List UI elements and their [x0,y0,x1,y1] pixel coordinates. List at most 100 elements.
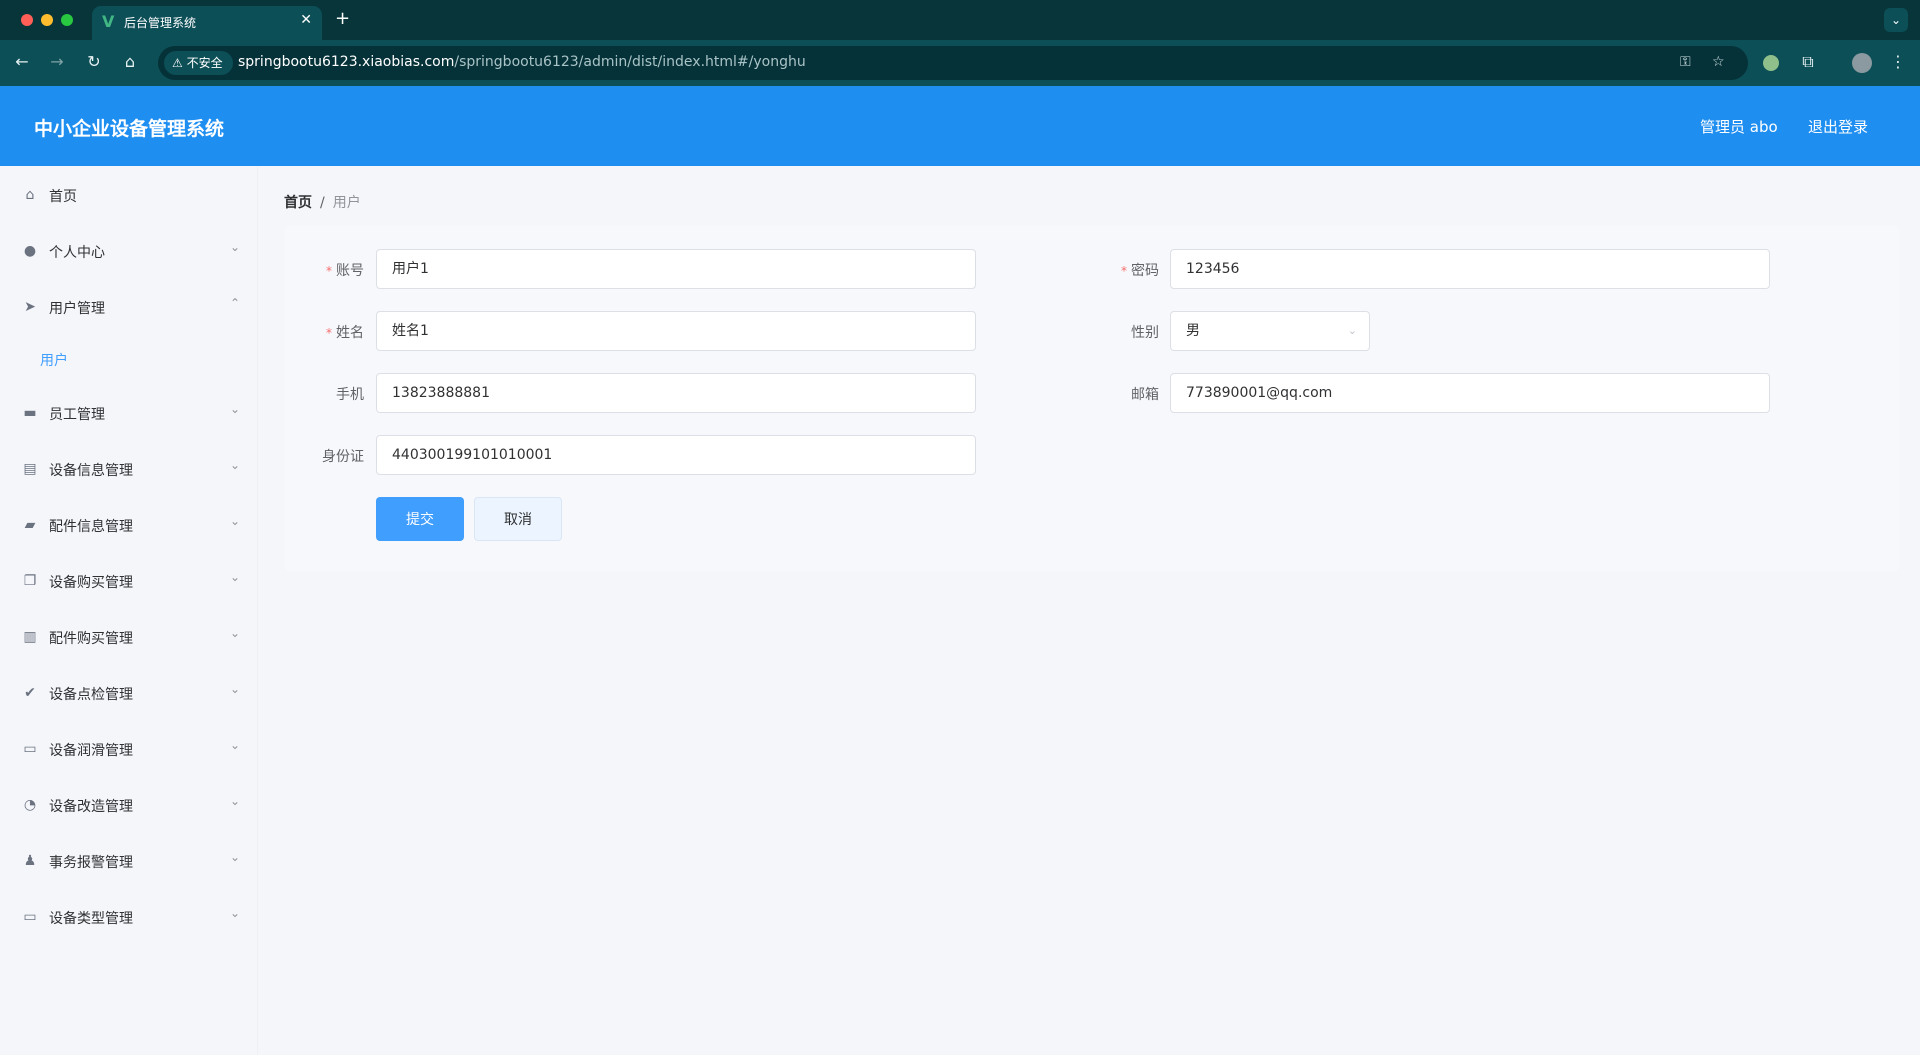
sidebar-item-label: 设备润滑管理 [49,743,133,759]
account-input[interactable]: 用户1 [376,249,976,289]
puzzle-extensions-icon[interactable]: ⧉ [1797,52,1819,72]
breadcrumb-separator: / [320,195,325,211]
url-path: /springbootu6123/admin/dist/index.html#/… [454,54,806,70]
sidebar-item-label: 设备购买管理 [49,575,133,591]
sidebar-menu: ⌂ 首页 ● 个人中心 ⌄ ➤ 用户管理 ⌃ 用户 ▬ 员工管理 ⌄ ▤ 设备信… [0,166,258,1055]
password-label-text: 密码 [1131,263,1159,279]
name-input[interactable]: 姓名1 [376,311,976,351]
sidebar-subitem-label: 用户 [40,353,68,369]
minimize-window-button[interactable] [41,14,53,26]
browser-menu-icon[interactable]: ⋮ [1887,52,1909,71]
sidebar-item-label: 事务报警管理 [49,855,133,871]
close-window-button[interactable] [21,14,33,26]
user-icon: ● [23,243,37,259]
sidebar-item-device-retrofit[interactable]: ◔ 设备改造管理 ⌄ [0,785,258,825]
maximize-window-button[interactable] [61,14,73,26]
required-mark: * [1121,264,1127,278]
sidebar-item-label: 设备改造管理 [49,799,133,815]
sidebar-item-alarm-management[interactable]: ♟ 事务报警管理 ⌄ [0,841,258,881]
sidebar-item-label: 设备信息管理 [49,463,133,479]
sidebar-item-device-inspection[interactable]: ✔ 设备点检管理 ⌄ [0,673,258,713]
tab-close-icon[interactable]: ✕ [300,12,312,28]
bookmark-star-icon[interactable]: ☆ [1712,54,1725,70]
sidebar-item-user-management[interactable]: ➤ 用户管理 ⌃ [0,287,258,327]
security-warning-badge[interactable]: ⚠ 不安全 [164,51,233,75]
back-arrow-icon[interactable]: ← [11,52,33,71]
email-input[interactable]: 773890001@qq.com [1170,373,1770,413]
check-clipboard-icon: ✔ [24,685,36,701]
cancel-button[interactable]: 取消 [474,497,562,541]
app-title: 中小企业设备管理系统 [34,118,225,140]
sidebar-item-personal-center[interactable]: ● 个人中心 ⌄ [0,231,258,271]
chevron-up-icon: ⌃ [230,296,241,310]
home-icon: ⌂ [25,187,35,203]
account-label: * 账号 [300,260,364,280]
sidebar-item-device-info[interactable]: ▤ 设备信息管理 ⌄ [0,449,258,489]
phone-label: 手机 [336,387,364,403]
current-user-label: 管理员 abo [1700,118,1778,136]
new-tab-button[interactable]: + [335,8,350,29]
sidebar-item-label: 设备点检管理 [49,687,133,703]
home-browser-icon[interactable]: ⌂ [119,52,141,71]
extension-circle-icon[interactable] [1763,55,1779,71]
sidebar-item-device-lubrication[interactable]: ▭ 设备润滑管理 ⌄ [0,729,258,769]
chevron-down-icon: ⌄ [230,906,241,920]
sidebar-subitem-user[interactable]: 用户 [0,339,258,379]
key-icon[interactable]: ⚿ [1680,54,1691,70]
copy-icon: ❐ [23,573,37,589]
password-input[interactable]: 123456 [1170,249,1770,289]
account-label-text: 账号 [336,263,364,279]
browser-tab[interactable]: V 后台管理系统 ✕ [92,6,322,40]
gender-select[interactable]: 男 ⌄ [1170,311,1370,351]
tab-list-chevron-icon[interactable]: ⌄ [1884,8,1908,32]
breadcrumb-home[interactable]: 首页 [284,195,312,211]
chevron-down-icon: ⌄ [230,738,241,752]
person-icon: ♟ [23,853,37,869]
gender-label: 性别 [1131,325,1159,341]
sidebar-item-device-type[interactable]: ▭ 设备类型管理 ⌄ [0,897,258,937]
required-mark: * [326,326,332,340]
bar-chart-icon: ▥ [23,629,37,645]
sidebar-item-home[interactable]: ⌂ 首页 [0,175,258,215]
phone-input[interactable]: 13823888881 [376,373,976,413]
send-icon: ➤ [24,299,36,315]
compass-icon: ◔ [23,797,37,813]
chevron-down-icon: ⌄ [230,240,241,254]
security-warning-label: 不安全 [186,56,223,70]
vue-logo-icon: V [102,12,115,31]
browser-tab-bar: V 后台管理系统 ✕ + ⌄ [0,0,1920,40]
submit-button[interactable]: 提交 [376,497,464,541]
app-header: 中小企业设备管理系统 管理员 abo 退出登录 [0,86,1920,166]
chevron-down-icon: ⌄ [230,682,241,696]
idcard-input[interactable]: 440300199101010001 [376,435,976,475]
name-label-text: 姓名 [336,325,364,341]
chevron-down-icon: ⌄ [230,458,241,472]
reload-icon[interactable]: ↻ [83,52,105,71]
tab-title: 后台管理系统 [124,16,197,30]
browser-toolbar: ← → ↻ ⌂ ⚠ 不安全 springbootu6123.xiaobias.c… [0,40,1920,86]
wallet-icon: ▰ [24,517,36,533]
sidebar-item-parts-info[interactable]: ▰ 配件信息管理 ⌄ [0,505,258,545]
chevron-down-icon: ⌄ [230,402,241,416]
monitor-icon: ▬ [23,405,37,421]
sidebar-item-label: 配件信息管理 [49,519,133,535]
password-label: * 密码 [1095,260,1159,280]
url-host: springbootu6123.xiaobias.com [238,54,455,70]
clipboard-icon: ▤ [23,461,37,477]
logout-link[interactable]: 退出登录 [1808,116,1868,137]
chevron-down-icon: ⌄ [230,570,241,584]
card-icon: ▭ [23,909,37,925]
sidebar-item-label: 员工管理 [49,407,105,423]
sidebar-item-device-purchase[interactable]: ❐ 设备购买管理 ⌄ [0,561,258,601]
name-label: * 姓名 [300,322,364,342]
address-bar[interactable]: ⚠ 不安全 springbootu6123.xiaobias.com/sprin… [158,46,1748,80]
idcard-label: 身份证 [322,449,364,465]
forward-arrow-icon[interactable]: → [46,52,68,71]
email-label: 邮箱 [1131,387,1159,403]
profile-avatar-icon[interactable] [1852,53,1872,73]
sidebar-item-employee-management[interactable]: ▬ 员工管理 ⌄ [0,393,258,433]
url-text: springbootu6123.xiaobias.com/springbootu… [238,54,806,70]
chevron-down-icon: ⌄ [230,794,241,808]
sidebar-item-parts-purchase[interactable]: ▥ 配件购买管理 ⌄ [0,617,258,657]
message-icon: ▭ [23,741,37,757]
